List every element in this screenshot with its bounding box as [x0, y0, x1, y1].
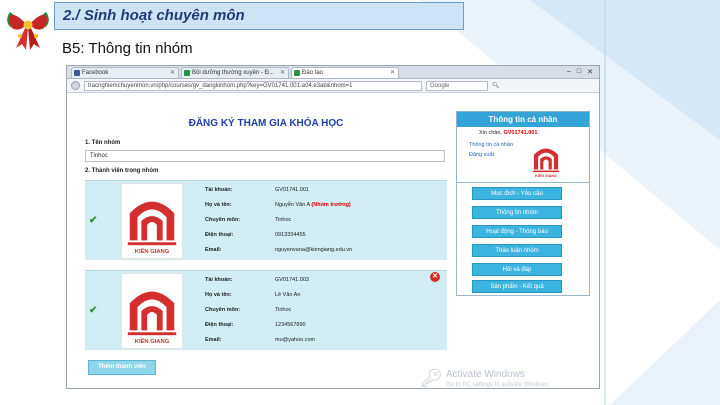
major-value: Tinhoc: [275, 307, 292, 313]
account-label: Tài khoản:: [205, 277, 233, 283]
tab-label: Bồi dưỡng thường xuyên - Đ...: [192, 70, 274, 76]
menu-item-thao-luan[interactable]: Thảo luận nhóm: [472, 244, 562, 257]
maximize-icon[interactable]: □: [577, 68, 581, 76]
checkmark-icon[interactable]: ✔: [89, 305, 99, 316]
close-tab-icon[interactable]: ✕: [170, 68, 175, 78]
logo-text: KIÊN GIANG: [535, 173, 557, 178]
tab-label: Facebook: [82, 70, 109, 76]
current-user: GV01741.001: [503, 130, 538, 136]
name-label: Họ và tên:: [205, 292, 232, 298]
facebook-favicon-icon: [74, 70, 80, 76]
slide-title: 2./ Sinh hoạt chuyên môn: [63, 7, 245, 24]
account-value: GV01741.001: [275, 187, 309, 193]
logo-text: KIÊN GIANG: [135, 247, 170, 255]
key-icon: 🔑︎: [420, 368, 443, 388]
slide: 2./ Sinh hoạt chuyên môn B5: Thông tin n…: [0, 0, 720, 405]
email-value: nguyenvana@kiengiang.edu.vn: [275, 247, 353, 253]
browser-tab-strip: Facebook ✕ Bồi dưỡng thường xuyên - Đ...…: [67, 66, 599, 79]
account-label: Tài khoản:: [205, 187, 233, 193]
sidebar-menu: Mục đích - Yêu cầu Thông tin nhóm Hoạt đ…: [456, 182, 590, 296]
browser-tab-facebook[interactable]: Facebook ✕: [71, 67, 179, 78]
personal-info-panel: Thông tin cá nhân Xin chào, GV01741.001 …: [456, 111, 590, 185]
email-label: Email:: [205, 337, 222, 343]
role-badge: (Nhóm trưởng): [311, 202, 351, 208]
slide-subtitle: B5: Thông tin nhóm: [62, 40, 193, 57]
slide-title-bar: 2./ Sinh hoạt chuyên môn: [54, 2, 464, 30]
name-field: Nguyễn Văn A (Nhóm trưởng): [275, 202, 351, 208]
logo-text: KIÊN GIANG: [135, 337, 170, 345]
menu-item-san-pham[interactable]: Sản phẩm - Kết quả: [472, 280, 562, 293]
minimize-icon[interactable]: –: [567, 68, 571, 76]
major-value: Tinhoc: [275, 217, 292, 223]
members-label: 2. Thành viên trong nhóm: [85, 168, 159, 174]
phone-label: Điện thoại:: [205, 322, 234, 328]
group-name-input[interactable]: Tinhoc: [85, 150, 445, 162]
christmas-bow-icon: [7, 12, 49, 50]
browser-tab-daotao[interactable]: Đào tạo ✕: [291, 67, 399, 78]
search-input[interactable]: Google: [426, 80, 488, 91]
phone-value: 1234567890: [275, 322, 306, 328]
menu-item-hoat-dong[interactable]: Hoạt động - Thông báo: [472, 225, 562, 238]
activation-watermark-text: Go to PC settings to activate Windows.: [446, 382, 550, 388]
personal-info-header: Thông tin cá nhân: [457, 112, 589, 127]
menu-item-muc-dich[interactable]: Mục đích - Yêu cầu: [472, 187, 562, 200]
logout-link[interactable]: Đăng xuất: [469, 152, 494, 158]
activation-watermark-title: Activate Windows: [446, 369, 525, 380]
greeting: Xin chào, GV01741.001: [479, 130, 537, 136]
major-label: Chuyên môn:: [205, 217, 241, 223]
name-value: Nguyễn Văn A: [275, 202, 310, 208]
name-field: Lê Văn An: [275, 292, 300, 298]
page-favicon-icon: [184, 70, 190, 76]
url-input[interactable]: tracnghiemchuyenmon.vn/php/courses/gv_da…: [84, 80, 422, 91]
remove-member-icon[interactable]: ✕: [430, 272, 440, 282]
close-tab-icon[interactable]: ✕: [280, 68, 285, 78]
phone-label: Điện thoại:: [205, 232, 234, 238]
checkmark-icon[interactable]: ✔: [89, 215, 99, 226]
browser-tab-boiduong[interactable]: Bồi dưỡng thường xuyên - Đ... ✕: [181, 67, 289, 78]
close-window-icon[interactable]: ✕: [587, 68, 593, 76]
phone-value: 0913334455: [275, 232, 306, 238]
menu-item-hoi-dap[interactable]: Hỏi và đáp: [472, 263, 562, 276]
kiengiang-logo-icon: KIÊN GIANG: [121, 183, 183, 259]
personal-info-link[interactable]: Thông tin cá nhân: [469, 142, 513, 148]
search-icon[interactable]: 🔍︎: [492, 82, 500, 89]
page-favicon-icon: [294, 70, 300, 76]
kiengiang-logo-icon: KIÊN GIANG: [121, 273, 183, 349]
back-icon[interactable]: [71, 81, 80, 90]
window-controls: – □ ✕: [567, 68, 599, 76]
form-title: ĐĂNG KÝ THAM GIA KHÓA HỌC: [188, 118, 344, 129]
group-name-label: 1. Tên nhóm: [85, 140, 121, 146]
kiengiang-logo-icon: KIÊN GIANG: [532, 148, 560, 178]
name-label: Họ và tên:: [205, 202, 232, 208]
name-value: Lê Văn An: [275, 292, 301, 298]
registration-form: ĐĂNG KÝ THAM GIA KHÓA HỌC 1. Tên nhóm Ti…: [81, 112, 451, 388]
address-bar: tracnghiemchuyenmon.vn/php/courses/gv_da…: [67, 79, 599, 93]
greeting-text: Xin chào,: [479, 130, 502, 136]
member-card: ✔ KIÊN GIANG Tài khoản: GV01741.003 Họ v…: [85, 270, 447, 350]
email-label: Email:: [205, 247, 222, 253]
major-label: Chuyên môn:: [205, 307, 241, 313]
tab-label: Đào tạo: [302, 70, 324, 76]
email-value: mu@yahoo.com: [275, 337, 316, 343]
menu-item-thong-tin-nhom[interactable]: Thông tin nhóm: [472, 206, 562, 219]
account-value: GV01741.003: [275, 277, 309, 283]
add-member-button[interactable]: Thêm thành viên: [88, 360, 156, 375]
member-card: ✔ KIÊN GIANG Tài khoản: GV01741.001 Họ v…: [85, 180, 447, 260]
close-tab-icon[interactable]: ✕: [390, 68, 395, 78]
